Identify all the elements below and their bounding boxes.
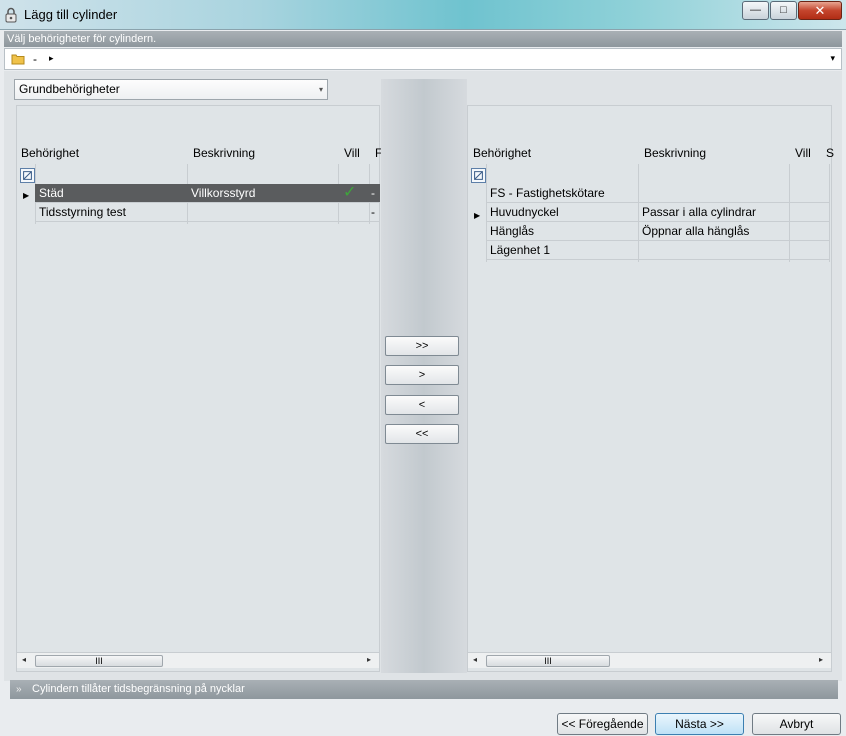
left-col-behorighet[interactable]: Behörighet [21,146,79,160]
cell-behorighet: Lägenhet 1 [490,243,551,257]
cell-extra: - [371,205,375,219]
right-permission-grid: Behörighet Beskrivning Vill S ▶ FS - Fas… [467,105,834,672]
cell-beskrivning: Villkorsstyrd [191,186,256,200]
left-col-beskrivning[interactable]: Beskrivning [193,146,255,160]
right-col-vill[interactable]: Vill [795,146,811,160]
cell-vill [341,203,371,221]
row-pointer-icon: ▶ [23,191,30,200]
cell-behorighet: FS - Fastighetskötare [490,186,605,200]
row-pointer-icon: ▶ [474,211,481,220]
permission-group-select[interactable]: Grundbehörigheter ▾ [14,79,328,100]
move-all-left-button[interactable]: << [385,424,459,444]
table-row[interactable]: Lägenhet 1 [486,241,830,260]
table-row[interactable]: Städ Villkorsstyrd ✓ - [35,184,380,203]
left-col-vill[interactable]: Vill [344,146,360,160]
scroll-left-icon[interactable]: ◂ [22,655,26,664]
move-right-button[interactable]: > [385,365,459,385]
breadcrumb-separator: - [33,52,37,66]
filter-icon[interactable] [20,168,35,183]
cell-beskrivning [640,184,790,202]
cell-beskrivning: Passar i alla cylindrar [642,205,757,219]
right-col-s[interactable]: S [826,146,834,160]
move-all-right-button[interactable]: >> [385,336,459,356]
cell-beskrivning [640,241,790,259]
move-left-button[interactable]: < [385,395,459,415]
cell-behorighet: Huvudnyckel [490,205,559,219]
table-row[interactable]: Tidsstyrning test - [35,203,380,222]
expand-icon: » [16,684,22,695]
previous-button[interactable]: << Föregående [557,713,648,735]
filter-icon[interactable] [471,168,486,183]
minimize-button[interactable]: — [742,1,769,20]
close-button[interactable]: ✕ [798,1,842,20]
folder-icon [11,54,25,65]
scroll-right-icon[interactable]: ▸ [819,655,823,664]
maximize-button[interactable]: □ [770,1,797,20]
minimize-icon: — [750,4,761,16]
table-row[interactable]: FS - Fastighetskötare [486,184,830,203]
scroll-right-icon[interactable]: ▸ [367,655,371,664]
chevron-down-icon: ▾ [318,85,323,94]
instruction-bar: Välj behörigheter för cylindern. [4,31,842,47]
right-col-beskrivning[interactable]: Beskrivning [644,146,706,160]
breadcrumb-dropdown-icon[interactable]: ▾ [830,53,835,64]
maximize-icon: □ [780,4,787,16]
left-horizontal-scrollbar[interactable]: ◂ III ▸ [17,652,379,668]
next-button[interactable]: Nästa >> [655,713,744,735]
scroll-left-icon[interactable]: ◂ [473,655,477,664]
check-icon: ✓ [343,184,357,201]
cell-extra: - [371,186,375,200]
time-restriction-expander[interactable]: » Cylindern tillåter tidsbegränsning på … [10,680,838,699]
close-icon: ✕ [814,3,826,18]
cell-behorighet: Hänglås [490,224,535,238]
scroll-thumb[interactable]: III [486,655,610,667]
title-bar: Lägg till cylinder — □ ✕ [0,0,846,30]
cell-beskrivning [189,203,339,221]
table-row[interactable]: Hänglås Öppnar alla hänglås [486,222,830,241]
cell-behorighet: Tidsstyrning test [39,205,126,219]
scroll-thumb[interactable]: III [35,655,163,667]
cancel-button[interactable]: Avbryt [752,713,841,735]
breadcrumb[interactable]: - ▸ ▾ [4,48,842,70]
table-row[interactable]: Huvudnyckel Passar i alla cylindrar [486,203,830,222]
right-col-behorighet[interactable]: Behörighet [473,146,531,160]
cell-beskrivning: Öppnar alla hänglås [642,224,750,238]
window-title: Lägg till cylinder [24,7,118,22]
lock-icon [5,7,17,23]
right-horizontal-scrollbar[interactable]: ◂ III ▸ [468,652,831,668]
breadcrumb-arrow-icon[interactable]: ▸ [49,53,54,64]
time-restriction-text: Cylindern tillåter tidsbegränsning på ny… [32,683,245,695]
left-permission-grid: Behörighet Beskrivning Vill F ▶ Städ Vil… [16,105,382,672]
cell-behorighet: Städ [39,186,64,200]
permission-group-value: Grundbehörigheter [19,82,120,96]
